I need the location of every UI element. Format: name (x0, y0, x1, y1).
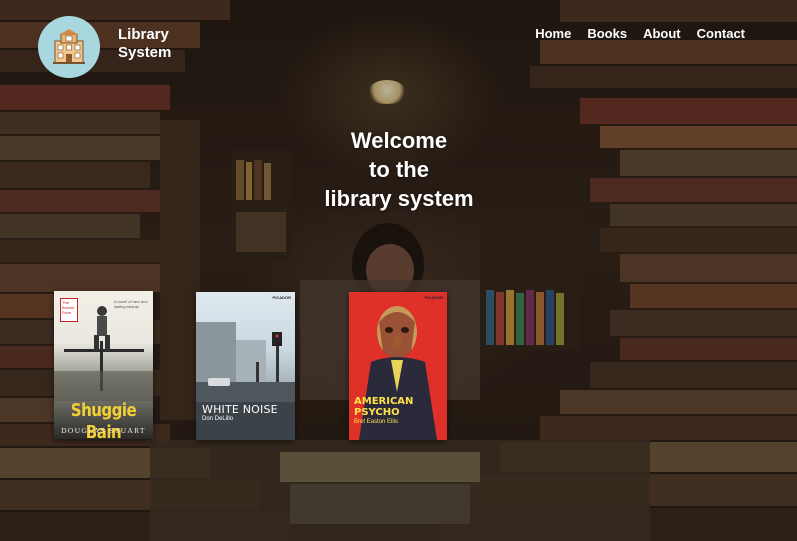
nav-about-link[interactable]: About (643, 26, 681, 41)
book-author: Bret Easton Ellis (354, 419, 399, 425)
book-author: DOUGLAS STUART (61, 426, 146, 435)
boy-on-railing-illustration (54, 306, 153, 401)
brand-name-line1: Library (118, 26, 169, 43)
hero-heading: Welcome to the library system (300, 126, 498, 213)
hero-line3: library system (324, 186, 474, 211)
book-cover-shuggie-bain[interactable]: The Booker Prize A novel of rare and las… (54, 291, 153, 439)
nav-books-link[interactable]: Books (587, 26, 627, 41)
book-title: WHITE NOISE (202, 403, 278, 416)
logo[interactable] (38, 16, 100, 78)
library-building-icon (53, 29, 85, 64)
brand-name-line2: System (118, 44, 172, 61)
brand-name: Library System (118, 26, 208, 62)
book-cover-american-psycho[interactable]: PICADOR AMERICAN PSYCHO Bret Easton Elli… (349, 292, 447, 440)
hero-line2: to the (369, 157, 429, 182)
book-author: Don DeLillo (202, 416, 234, 422)
hero-line1: Welcome (350, 128, 448, 153)
book-cover-white-noise[interactable]: PICADOR WHITE NOISE Don DeLillo (196, 292, 295, 440)
main-nav: Home Books About Contact (535, 26, 745, 41)
nav-home-link[interactable]: Home (535, 26, 571, 41)
book-title: AMERICAN PSYCHO (354, 396, 414, 418)
nav-contact-link[interactable]: Contact (697, 26, 745, 41)
site-header: Library System Home Books About Contact (0, 0, 797, 95)
